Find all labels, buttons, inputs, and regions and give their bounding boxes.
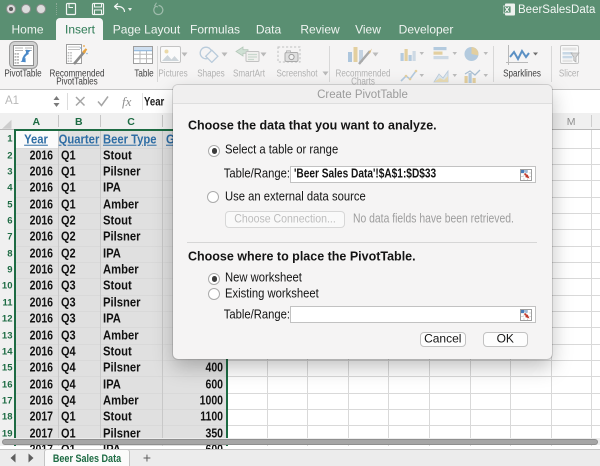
svg-text:fx: fx (122, 94, 132, 109)
